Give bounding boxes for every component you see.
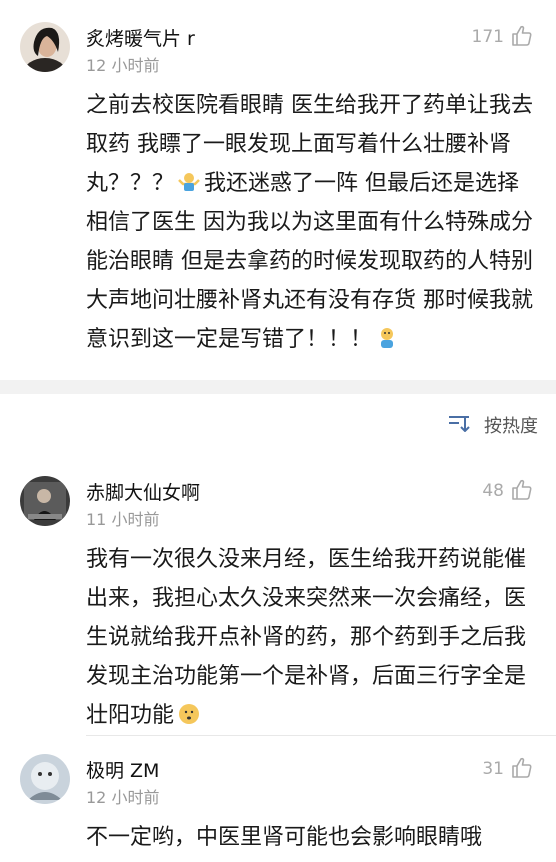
- shrug-emoji-icon: [178, 173, 200, 191]
- avatar[interactable]: [20, 22, 70, 72]
- sort-by-hot-button[interactable]: 按热度: [484, 412, 538, 438]
- username[interactable]: 极明 ZM: [86, 756, 159, 783]
- comment-divider: [86, 735, 556, 736]
- section-separator: [0, 380, 556, 394]
- sad-face-icon: [381, 328, 394, 348]
- thumbs-up-icon[interactable]: [510, 756, 534, 780]
- avatar[interactable]: [20, 476, 70, 526]
- thumbs-up-icon[interactable]: [510, 478, 534, 502]
- comment-body: 我有一次很久没来月经，医生给我开药说能催出来，我担心太久没来突然来一次会痛经，医…: [86, 540, 534, 740]
- comment-text: 我有一次很久没来月经，医生给我开药说能催出来，我担心太久没来突然来一次会痛经，医…: [86, 547, 527, 728]
- username[interactable]: 赤脚大仙女啊: [86, 478, 200, 505]
- like-count: 31: [482, 759, 504, 779]
- username[interactable]: 炙烤暖气片 r: [86, 24, 195, 51]
- comment-time: 11 小时前: [86, 510, 160, 529]
- sort-bar: 按热度: [0, 394, 556, 450]
- thinking-face-icon: [179, 704, 200, 724]
- post-body-part2: 我还迷惑了一阵 但最后还是选择相信了医生 因为我以为这里面有什么特殊成分能治眼睛…: [86, 171, 533, 352]
- like-count: 48: [482, 481, 504, 501]
- sort-icon[interactable]: [448, 414, 470, 432]
- avatar[interactable]: [20, 754, 70, 804]
- comment-time: 12 小时前: [86, 788, 160, 807]
- post-time: 12 小时前: [86, 56, 160, 75]
- comment-body: 不一定哟，中医里肾可能也会影响眼睛哦: [86, 825, 483, 850]
- thumbs-up-icon[interactable]: [510, 24, 534, 48]
- post-body: 之前去校医院看眼睛 医生给我开了药单让我去取药 我瞟了一眼发现上面写着什么壮腰补…: [86, 86, 534, 376]
- like-count: 171: [471, 27, 504, 47]
